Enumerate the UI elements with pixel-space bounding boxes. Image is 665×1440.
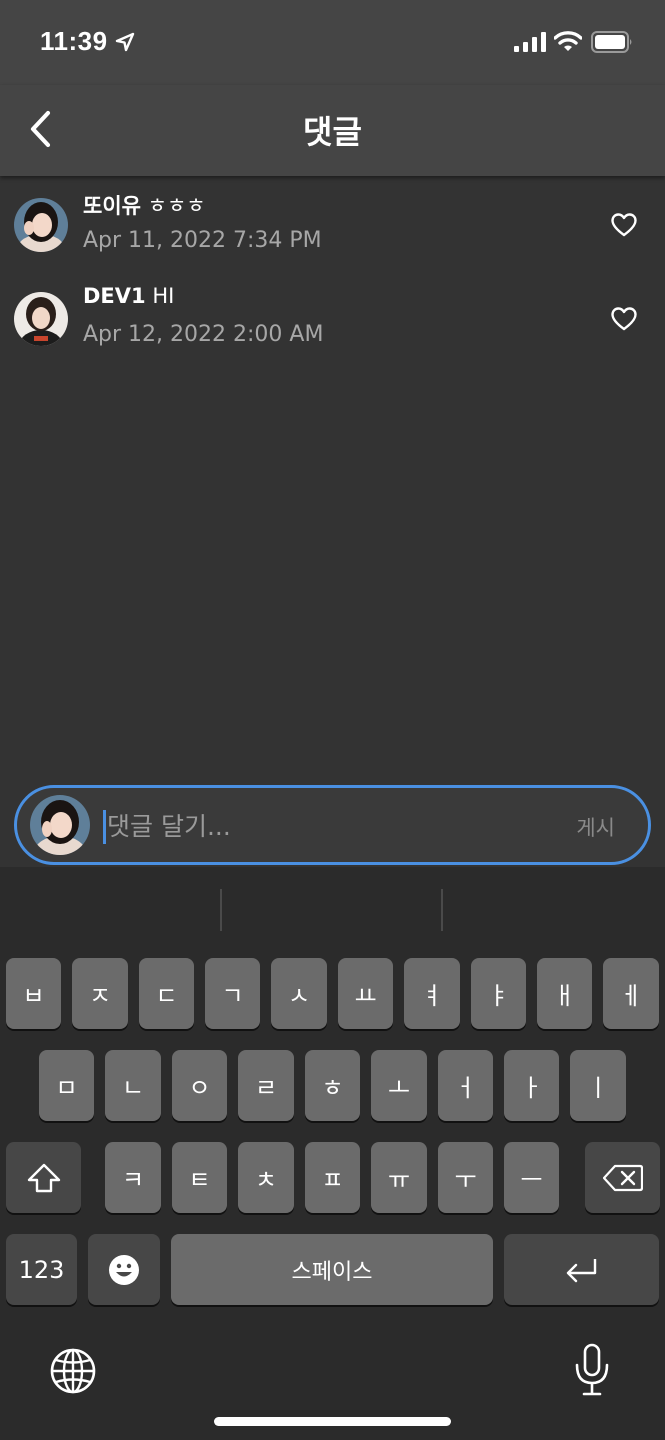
- key[interactable]: ㅡ: [504, 1142, 559, 1213]
- comment-input-bar: 게시: [14, 785, 651, 865]
- comment-item: 또이유 ㅎㅎㅎ Apr 11, 2022 7:34 PM: [0, 176, 665, 270]
- key[interactable]: ㅈ: [72, 958, 128, 1029]
- suggestion-divider: [441, 889, 443, 931]
- key[interactable]: ㅊ: [238, 1142, 294, 1213]
- return-icon: [566, 1258, 596, 1282]
- avatar[interactable]: [14, 198, 68, 252]
- nav-bar: 댓글: [0, 85, 665, 176]
- status-bar: 11:39: [0, 0, 665, 85]
- key[interactable]: ㅍ: [305, 1142, 360, 1213]
- comment-username[interactable]: 또이유: [83, 194, 141, 218]
- key[interactable]: ㅓ: [438, 1050, 493, 1121]
- avatar[interactable]: [14, 292, 68, 346]
- comment-item: DEV1 HI Apr 12, 2022 2:00 AM: [0, 270, 665, 364]
- key[interactable]: ㅁ: [39, 1050, 94, 1121]
- key[interactable]: ㅗ: [371, 1050, 427, 1121]
- key[interactable]: ㄴ: [105, 1050, 161, 1121]
- backspace-icon: [602, 1164, 643, 1191]
- key[interactable]: ㄷ: [139, 958, 194, 1029]
- comment-date: Apr 11, 2022 7:34 PM: [83, 228, 322, 253]
- status-time: 11:39: [40, 26, 108, 56]
- wifi-icon: [554, 31, 582, 51]
- key[interactable]: ㅅ: [271, 958, 327, 1029]
- location-arrow-icon: [115, 32, 135, 52]
- globe-icon[interactable]: [49, 1347, 97, 1395]
- comment-date: Apr 12, 2022 2:00 AM: [83, 322, 324, 347]
- space-key[interactable]: 스페이스: [171, 1234, 493, 1305]
- return-key[interactable]: [504, 1234, 659, 1305]
- comment-input[interactable]: [107, 804, 547, 848]
- key[interactable]: ㅑ: [471, 958, 526, 1029]
- shift-key[interactable]: [6, 1142, 81, 1213]
- avatar: [30, 795, 90, 855]
- key[interactable]: ㅐ: [537, 958, 592, 1029]
- key[interactable]: ㅂ: [6, 958, 61, 1029]
- comment-list: 또이유 ㅎㅎㅎ Apr 11, 2022 7:34 PM DEV1 HI Apr…: [0, 176, 665, 364]
- heart-icon[interactable]: [611, 307, 637, 331]
- heart-icon[interactable]: [611, 213, 637, 237]
- key[interactable]: ㅋ: [105, 1142, 161, 1213]
- battery-icon: [591, 31, 632, 53]
- key[interactable]: ㄱ: [205, 958, 260, 1029]
- page-title: 댓글: [303, 113, 362, 151]
- microphone-icon[interactable]: [574, 1343, 610, 1397]
- keyboard: ㅂ ㅈ ㄷ ㄱ ㅅ ㅛ ㅕ ㅑ ㅐ ㅔ ㅁ ㄴ ㅇ ㄹ ㅎ ㅗ ㅓ ㅏ ㅣ ㅋ …: [0, 867, 665, 1440]
- comment-text: HI: [152, 284, 175, 308]
- key[interactable]: ㅛ: [338, 958, 393, 1029]
- suggestion-divider: [220, 889, 222, 931]
- key[interactable]: ㅌ: [172, 1142, 227, 1213]
- key[interactable]: ㄹ: [238, 1050, 294, 1121]
- key[interactable]: ㅎ: [305, 1050, 360, 1121]
- key[interactable]: ㅣ: [570, 1050, 626, 1121]
- post-button[interactable]: 게시: [576, 812, 615, 842]
- emoji-key[interactable]: [88, 1234, 160, 1305]
- key[interactable]: ㅔ: [603, 958, 659, 1029]
- emoji-icon: [109, 1254, 139, 1285]
- comment-username[interactable]: DEV1: [83, 284, 146, 308]
- key[interactable]: ㅇ: [172, 1050, 227, 1121]
- text-caret: [103, 810, 106, 844]
- numbers-key[interactable]: 123: [6, 1234, 77, 1305]
- cellular-signal-icon: [514, 32, 546, 52]
- key[interactable]: ㅜ: [438, 1142, 493, 1213]
- home-indicator[interactable]: [214, 1417, 451, 1426]
- key[interactable]: ㅕ: [404, 958, 460, 1029]
- key[interactable]: ㅏ: [504, 1050, 559, 1121]
- delete-key[interactable]: [585, 1142, 660, 1213]
- comment-text: ㅎㅎㅎ: [147, 194, 206, 218]
- shift-icon: [27, 1163, 60, 1192]
- key[interactable]: ㅠ: [371, 1142, 427, 1213]
